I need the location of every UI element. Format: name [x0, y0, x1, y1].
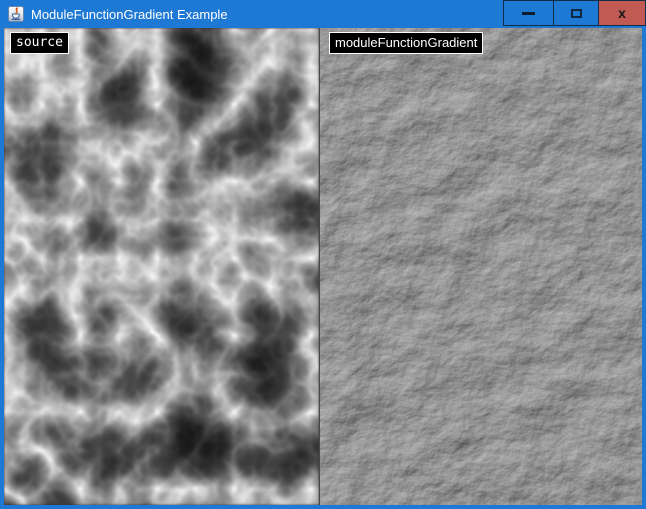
close-button[interactable]: x [599, 0, 646, 26]
close-icon: x [618, 6, 626, 20]
titlebar[interactable]: ModuleFunctionGradient Example x [0, 0, 646, 28]
maximize-icon [571, 9, 582, 18]
gradient-label: moduleFunctionGradient [329, 32, 483, 54]
window-controls: x [503, 0, 646, 26]
source-texture [4, 28, 319, 505]
module-function-gradient-texture [320, 28, 642, 505]
source-panel: source [4, 28, 319, 505]
source-label: source [10, 32, 69, 54]
minimize-icon [522, 12, 535, 15]
java-coffee-icon [8, 6, 24, 22]
minimize-button[interactable] [503, 0, 553, 26]
gradient-panel: moduleFunctionGradient [319, 28, 642, 505]
app-window: ModuleFunctionGradient Example x [0, 0, 646, 509]
maximize-button[interactable] [553, 0, 599, 26]
content-area: source [4, 28, 642, 505]
